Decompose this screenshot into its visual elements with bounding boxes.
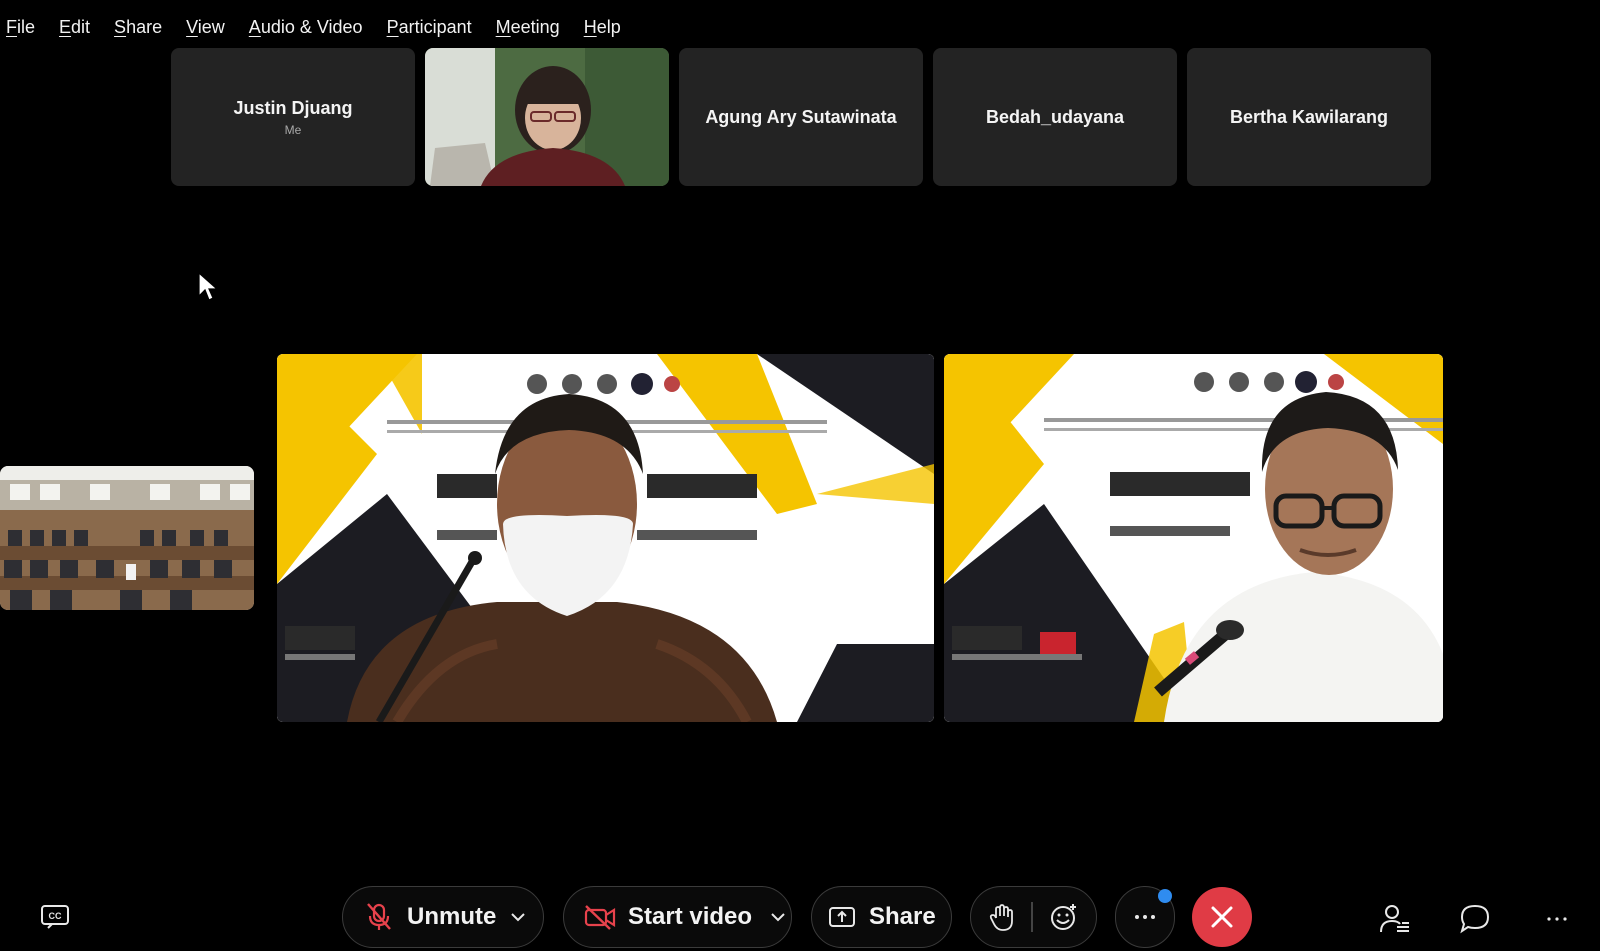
chat-icon[interactable] <box>1458 902 1492 936</box>
menu-bar: File Edit Share View Audio & Video Parti… <box>0 0 645 54</box>
mouse-cursor-icon <box>198 272 219 301</box>
participant-tile-agung[interactable]: Agung Ary Sutawinata <box>679 48 923 186</box>
menu-edit[interactable]: Edit <box>59 17 90 38</box>
participant-tile-video[interactable] <box>425 48 669 186</box>
participant-name: Agung Ary Sutawinata <box>705 106 897 127</box>
menu-participant[interactable]: Participant <box>387 17 472 38</box>
participant-tile-bertha[interactable]: Bertha Kawilarang <box>1187 48 1431 186</box>
chevron-down-icon[interactable] <box>510 912 526 922</box>
participant-name: Justin Djuang <box>233 97 353 118</box>
close-icon <box>1211 906 1233 928</box>
participant-tile-bedah[interactable]: Bedah_udayana <box>933 48 1177 186</box>
more-horizontal-icon <box>1134 914 1156 920</box>
reactions-group <box>970 886 1097 948</box>
participant-self-tag: Me <box>284 122 302 137</box>
microphone-muted-icon <box>365 902 393 932</box>
emoji-reaction-icon[interactable] <box>1049 902 1079 932</box>
svg-text:CC: CC <box>49 911 62 921</box>
menu-audio-video[interactable]: Audio & Video <box>249 17 363 38</box>
menu-share[interactable]: Share <box>114 17 162 38</box>
room-video-feed <box>0 466 254 610</box>
speaker-2-video-feed <box>944 354 1443 722</box>
raise-hand-icon[interactable] <box>989 902 1015 932</box>
participants-icon[interactable] <box>1378 902 1412 936</box>
unmute-label: Unmute <box>407 903 497 930</box>
speaker-1-video-feed <box>277 354 934 722</box>
toolbar-divider <box>1031 902 1033 932</box>
menu-help[interactable]: Help <box>584 17 621 38</box>
participant-name: Bedah_udayana <box>985 106 1125 127</box>
notification-dot <box>1158 889 1172 903</box>
start-video-label: Start video <box>628 903 753 930</box>
closed-captions-icon[interactable]: CC <box>40 904 70 930</box>
menu-file[interactable]: File <box>6 17 35 38</box>
main-video-speaker-1[interactable] <box>277 354 934 722</box>
unmute-button[interactable]: Unmute <box>342 886 544 948</box>
meeting-toolbar: CC Unmute Start video Share <box>0 886 1600 950</box>
participant-tile-self[interactable]: Justin Djuang Me <box>171 48 415 186</box>
share-screen-icon <box>828 905 856 929</box>
participant-video-feed <box>425 48 669 186</box>
leave-meeting-button[interactable] <box>1192 887 1252 947</box>
share-label: Share <box>869 903 936 930</box>
more-options-icon[interactable] <box>1540 902 1574 936</box>
menu-view[interactable]: View <box>186 17 225 38</box>
main-video-speaker-2[interactable] <box>944 354 1443 722</box>
start-video-button[interactable]: Start video <box>563 886 792 948</box>
chevron-down-icon[interactable] <box>770 912 786 922</box>
share-button[interactable]: Share <box>811 886 952 948</box>
menu-meeting[interactable]: Meeting <box>496 17 560 38</box>
participant-tile-room[interactable] <box>0 466 254 610</box>
participant-strip: Justin Djuang Me Agung Ary Sutawinata Be… <box>171 48 1431 186</box>
participant-name: Bertha Kawilarang <box>1229 106 1389 127</box>
camera-off-icon <box>584 904 616 930</box>
